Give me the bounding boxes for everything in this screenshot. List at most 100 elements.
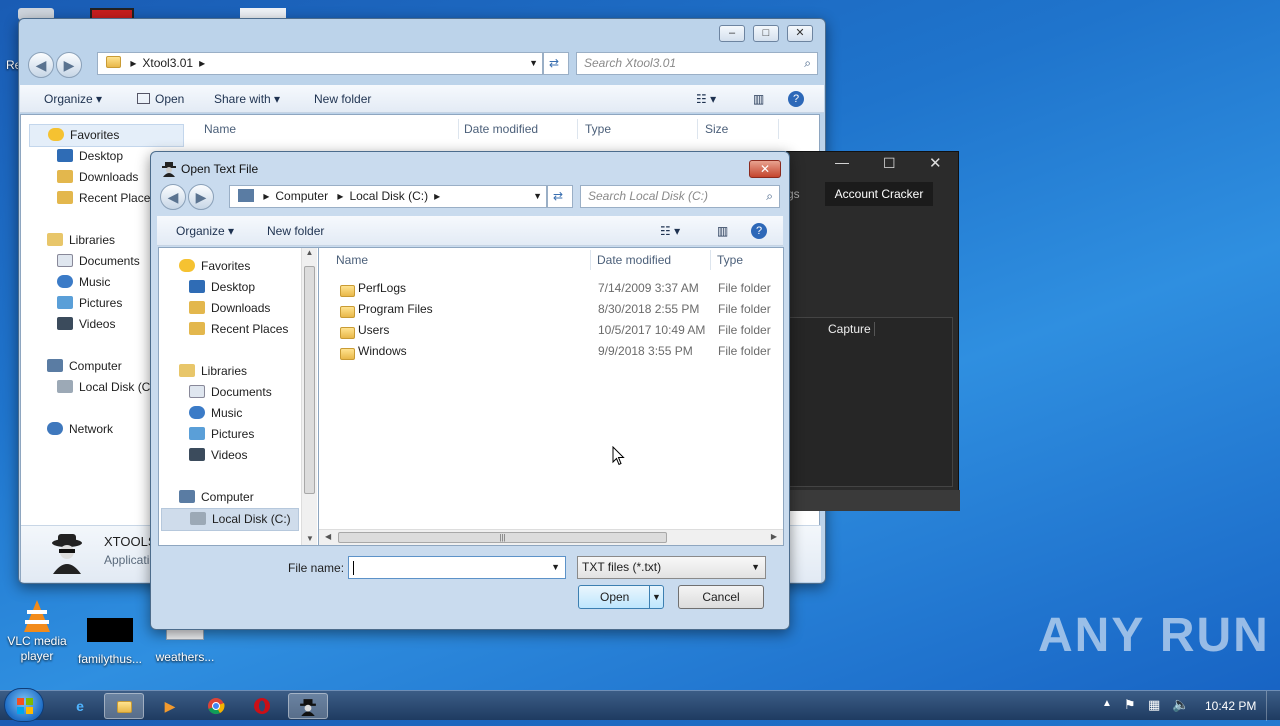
nav-item-local-disk-selected[interactable]: Local Disk (C:) xyxy=(161,508,299,531)
new-folder-button[interactable]: New folder xyxy=(267,216,324,246)
taskbar-ie[interactable]: e xyxy=(60,693,100,719)
back-button[interactable]: ◀ xyxy=(28,52,54,78)
nav-scrollbar[interactable]: ▲ ▼ xyxy=(301,248,317,545)
dialog-address-bar[interactable]: ▸ Computer ▸ Local Disk (C:) ▸ ▼ xyxy=(229,185,547,208)
refresh-button[interactable]: ⇄ xyxy=(547,185,573,208)
forward-button[interactable]: ▶ xyxy=(188,184,214,210)
open-button[interactable]: Open ▼ xyxy=(578,585,664,609)
new-folder-button[interactable]: New folder xyxy=(314,85,371,113)
nav-item-videos[interactable]: Videos xyxy=(189,445,247,466)
address-bar[interactable]: ▸ Xtool3.01 ▸ ▼ xyxy=(97,52,543,75)
split-dropdown-icon[interactable]: ▼ xyxy=(649,586,663,608)
start-button[interactable] xyxy=(4,688,44,722)
scroll-left-icon[interactable]: ◀ xyxy=(325,532,331,541)
close-button[interactable]: ✕ xyxy=(787,25,813,42)
minimize-button[interactable]: – xyxy=(719,25,745,42)
tab-partial[interactable]: gs xyxy=(787,182,817,206)
help-icon[interactable]: ? xyxy=(751,223,767,239)
minimize-button[interactable]: — xyxy=(835,154,849,170)
file-row[interactable]: Users 10/5/2017 10:49 AM File folder xyxy=(319,320,783,341)
nav-item-local-disk[interactable]: Local Disk (C:) xyxy=(57,377,158,398)
scroll-right-icon[interactable]: ▶ xyxy=(771,532,777,541)
help-icon[interactable]: ? xyxy=(788,91,804,107)
nav-item-recent-places[interactable]: Recent Places xyxy=(57,188,156,209)
preview-pane-icon[interactable]: ▥ xyxy=(717,216,728,246)
dialog-close-button[interactable]: ✕ xyxy=(749,160,781,178)
chevron-down-icon[interactable]: ▼ xyxy=(533,186,542,207)
nav-item-downloads[interactable]: Downloads xyxy=(189,298,270,319)
column-name[interactable]: Name xyxy=(336,250,591,270)
maximize-button[interactable]: □ xyxy=(753,25,779,42)
forward-button[interactable]: ▶ xyxy=(56,52,82,78)
nav-item-desktop[interactable]: Desktop xyxy=(189,277,255,298)
close-button[interactable]: ✕ xyxy=(929,154,942,172)
breadcrumb-segment[interactable]: Computer xyxy=(275,189,328,203)
file-row[interactable]: Windows 9/9/2018 3:55 PM File folder xyxy=(319,341,783,362)
nav-computer[interactable]: Computer xyxy=(179,487,254,508)
nav-scroll-thumb[interactable] xyxy=(304,266,315,494)
chevron-down-icon[interactable]: ▼ xyxy=(529,53,538,74)
chevron-down-icon[interactable]: ▼ xyxy=(551,562,560,572)
column-date-modified[interactable]: Date modified xyxy=(464,119,578,139)
network-status-icon[interactable]: ▦ xyxy=(1148,697,1160,713)
maximize-button[interactable]: ☐ xyxy=(883,155,896,172)
nav-libraries[interactable]: Libraries xyxy=(179,361,247,382)
nav-item-music[interactable]: Music xyxy=(189,403,242,424)
desktop-icon-familythus[interactable]: familythus... xyxy=(75,596,145,667)
nav-item-music[interactable]: Music xyxy=(57,272,110,293)
search-input[interactable]: Search Xtool3.01 ⌕ xyxy=(576,52,818,75)
nav-item-recent-places[interactable]: Recent Places xyxy=(189,319,288,340)
back-button[interactable]: ◀ xyxy=(160,184,186,210)
h-scroll-thumb[interactable]: ||| xyxy=(338,532,667,543)
nav-item-documents[interactable]: Documents xyxy=(57,251,140,272)
column-date-modified[interactable]: Date modified xyxy=(597,250,711,270)
preview-pane-icon[interactable]: ▥ xyxy=(753,85,764,113)
column-type[interactable]: Type xyxy=(717,250,781,270)
taskbar-opera[interactable] xyxy=(242,693,282,719)
show-desktop-button[interactable] xyxy=(1266,691,1280,721)
action-center-flag-icon[interactable]: ⚑ xyxy=(1124,697,1136,713)
file-row[interactable]: PerfLogs 7/14/2009 3:37 AM File folder xyxy=(319,278,783,299)
nav-item-pictures[interactable]: Pictures xyxy=(57,293,122,314)
volume-icon[interactable]: 🔈 xyxy=(1172,696,1189,713)
taskbar-media-player[interactable]: ▶ xyxy=(150,693,190,719)
share-with-button[interactable]: Share with ▾ xyxy=(214,85,280,113)
column-type[interactable]: Type xyxy=(585,119,698,139)
nav-computer[interactable]: Computer xyxy=(47,356,122,377)
nav-item-documents[interactable]: Documents xyxy=(189,382,272,403)
organize-button[interactable]: Organize ▾ xyxy=(44,85,102,113)
file-type-filter[interactable]: TXT files (*.txt) ▼ xyxy=(577,556,766,579)
nav-favorites[interactable]: Favorites xyxy=(179,256,250,277)
horizontal-scrollbar[interactable]: ◀ ||| ▶ xyxy=(319,529,783,545)
nav-item-downloads[interactable]: Downloads xyxy=(57,167,138,188)
clock[interactable]: 10:42 PM xyxy=(1205,699,1256,713)
capture-header[interactable]: Capture xyxy=(828,322,875,336)
taskbar-explorer[interactable] xyxy=(104,693,144,719)
nav-network[interactable]: Network xyxy=(47,419,113,440)
column-size[interactable]: Size xyxy=(705,119,779,139)
dialog-search-input[interactable]: Search Local Disk (C:) ⌕ xyxy=(580,185,780,208)
column-name[interactable]: Name xyxy=(204,119,459,139)
cancel-button[interactable]: Cancel xyxy=(678,585,764,609)
nav-item-pictures[interactable]: Pictures xyxy=(189,424,254,445)
file-row[interactable]: Program Files 8/30/2018 2:55 PM File fol… xyxy=(319,299,783,320)
refresh-button[interactable]: ⇄ xyxy=(543,52,569,75)
tray-expand-icon[interactable]: ▲ xyxy=(1102,698,1112,709)
filename-input[interactable]: ▼ xyxy=(348,556,566,579)
view-options-icon[interactable]: ☷ ▾ xyxy=(660,216,680,246)
open-button[interactable]: Open xyxy=(137,85,184,113)
nav-item-desktop[interactable]: Desktop xyxy=(57,146,123,167)
desktop-icon-vlc[interactable]: VLC media player xyxy=(2,596,72,664)
view-options-icon[interactable]: ☷ ▾ xyxy=(696,85,716,113)
nav-item-videos[interactable]: Videos xyxy=(57,314,115,335)
nav-favorites[interactable]: Favorites xyxy=(29,124,184,147)
organize-button[interactable]: Organize ▾ xyxy=(176,216,234,246)
taskbar-chrome[interactable] xyxy=(196,693,236,719)
tab-account-cracker[interactable]: Account Cracker xyxy=(825,182,933,206)
breadcrumb-segment[interactable]: Xtool3.01 xyxy=(142,56,193,70)
scroll-up-icon[interactable]: ▲ xyxy=(302,248,317,257)
taskbar-xtools[interactable] xyxy=(288,693,328,719)
scroll-down-icon[interactable]: ▼ xyxy=(302,534,318,543)
breadcrumb-segment[interactable]: Local Disk (C:) xyxy=(349,189,428,203)
nav-libraries[interactable]: Libraries xyxy=(47,230,115,251)
